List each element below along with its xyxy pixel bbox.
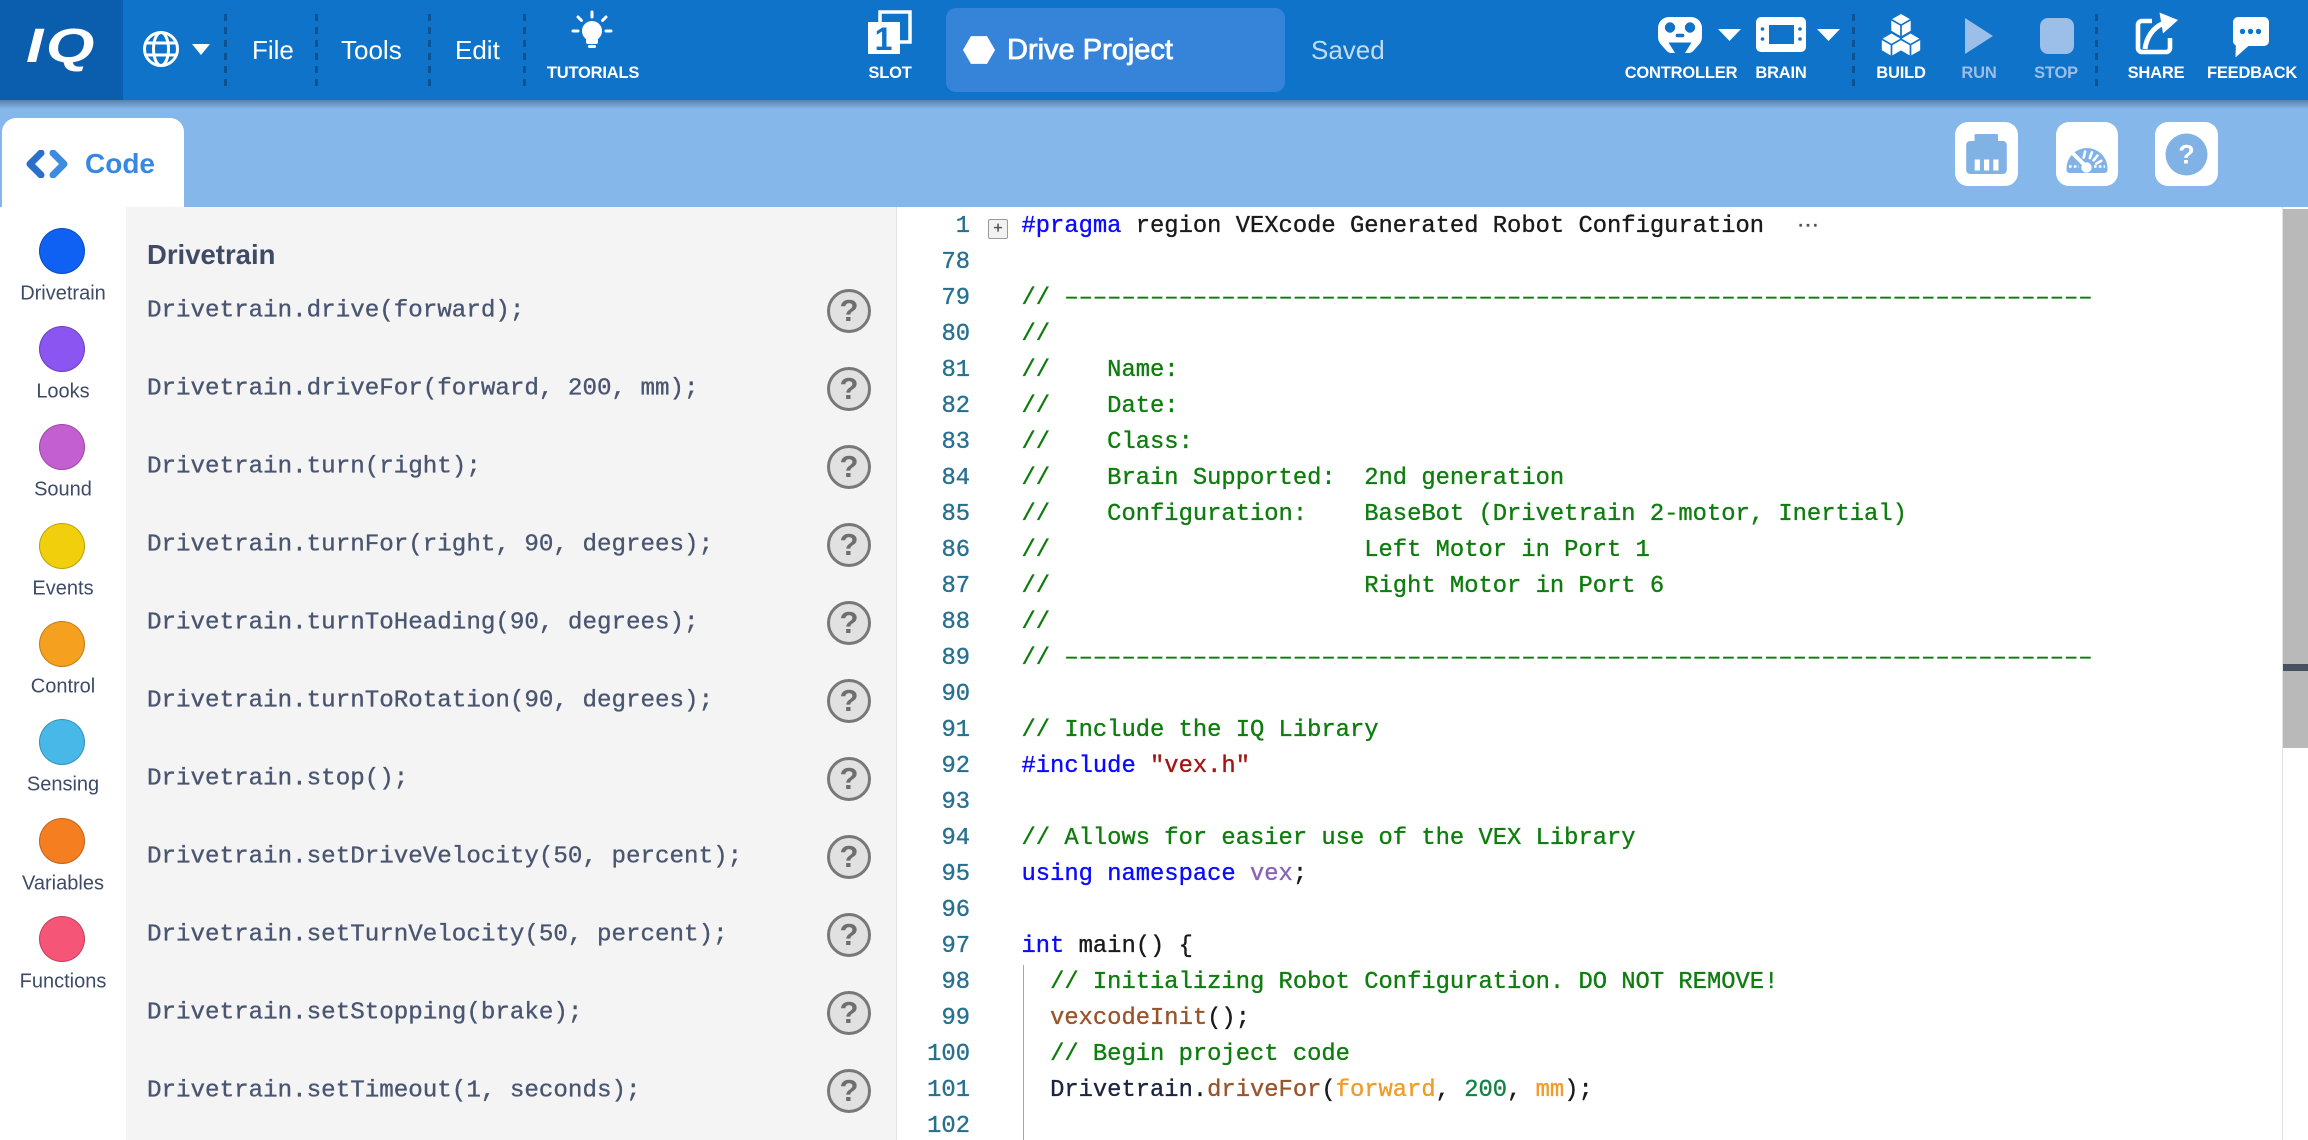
svg-text:?: ? [2178, 140, 2195, 170]
svg-text:1: 1 [875, 21, 893, 57]
